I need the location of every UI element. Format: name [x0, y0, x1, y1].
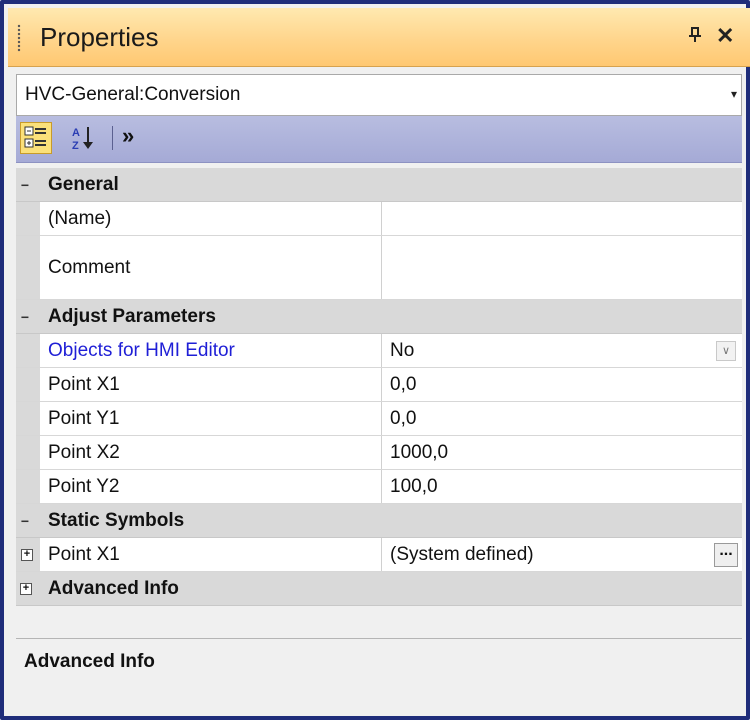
chevron-down-icon[interactable]: ∨ [716, 341, 736, 361]
description-panel: Advanced Info [16, 638, 742, 713]
expand-icon[interactable]: + [20, 583, 32, 595]
category-adjust-parameters[interactable]: − Adjust Parameters [16, 300, 742, 334]
property-name: Point X1 [40, 538, 382, 571]
row-gutter [16, 436, 40, 469]
property-row-objects-for-hmi-editor[interactable]: Objects for HMI Editor No ∨ [16, 334, 742, 368]
property-name: Point Y2 [40, 470, 382, 503]
svg-text:Z: Z [72, 140, 79, 151]
description-title: Advanced Info [24, 651, 155, 672]
row-gutter [16, 368, 40, 401]
row-gutter [16, 402, 40, 435]
row-gutter [16, 236, 40, 299]
toolbar-separator [112, 126, 113, 150]
sort-alpha-icon: A Z [72, 127, 93, 151]
category-advanced-info[interactable]: + Advanced Info [16, 572, 742, 606]
pin-icon-graphic [689, 27, 701, 42]
collapse-icon[interactable]: − [20, 310, 30, 324]
collapse-icon[interactable]: − [20, 178, 30, 192]
row-gutter [16, 334, 40, 367]
alphabetical-view-button[interactable]: A Z [68, 122, 100, 154]
categorized-icon [24, 126, 46, 148]
category-static-symbols[interactable]: − Static Symbols [16, 504, 742, 538]
property-row-point-y2[interactable]: Point Y2 100,0 [16, 470, 742, 504]
properties-toolbar: A Z » [16, 116, 742, 163]
property-row-point-x2[interactable]: Point X2 1000,0 [16, 436, 742, 470]
chevron-down-icon[interactable]: ▾ [731, 87, 737, 101]
object-selector-dropdown[interactable]: HVC-General:Conversion ▾ [16, 74, 742, 116]
category-label: General [48, 174, 119, 195]
property-row-name[interactable]: (Name) [16, 202, 742, 236]
object-selector-value: HVC-General:Conversion [25, 84, 241, 105]
property-name: Comment [40, 236, 382, 299]
property-row-comment[interactable]: Comment [16, 236, 742, 300]
property-name: Point X1 [40, 368, 382, 401]
row-gutter [16, 470, 40, 503]
property-value: No [390, 339, 415, 361]
toolbar-overflow-button[interactable]: » [122, 123, 134, 149]
category-label: Static Symbols [48, 510, 185, 531]
property-value-field[interactable]: 0,0 [382, 368, 742, 401]
window-title: Properties [40, 22, 159, 52]
drag-grip-icon[interactable] [17, 24, 21, 52]
property-value-field[interactable]: 0,0 [382, 402, 742, 435]
property-value-field[interactable]: (System defined) ... [382, 538, 742, 571]
ellipsis-button[interactable]: ... [714, 543, 738, 567]
pin-icon[interactable] [688, 27, 702, 48]
row-gutter [16, 202, 40, 235]
property-value-field[interactable] [382, 202, 742, 235]
svg-text:A: A [72, 127, 80, 139]
property-row-point-y1[interactable]: Point Y1 0,0 [16, 402, 742, 436]
title-bar[interactable]: Properties ✕ [8, 8, 750, 67]
category-label: Adjust Parameters [48, 306, 216, 327]
collapse-icon[interactable]: − [20, 514, 30, 528]
property-row-point-x1[interactable]: Point X1 0,0 [16, 368, 742, 402]
property-row-static-point-x1[interactable]: + Point X1 (System defined) ... [16, 538, 742, 572]
expand-icon[interactable]: + [21, 549, 33, 561]
property-name: Point Y1 [40, 402, 382, 435]
property-grid: − General (Name) Comment − Adjust Parame… [16, 168, 742, 606]
property-value-field[interactable] [382, 236, 742, 299]
row-gutter: + [16, 538, 40, 571]
close-icon[interactable]: ✕ [716, 23, 734, 49]
property-name: (Name) [40, 202, 382, 235]
categorized-view-button[interactable] [20, 122, 52, 154]
property-value: (System defined) [390, 543, 534, 565]
properties-window: Properties ✕ HVC-General:Conversion ▾ A … [0, 0, 750, 720]
category-label: Advanced Info [48, 578, 179, 599]
property-name: Point X2 [40, 436, 382, 469]
property-value-field[interactable]: 100,0 [382, 470, 742, 503]
property-value-field[interactable]: 1000,0 [382, 436, 742, 469]
property-value-select[interactable]: No ∨ [382, 334, 742, 367]
category-general[interactable]: − General [16, 168, 742, 202]
property-name: Objects for HMI Editor [40, 334, 382, 367]
